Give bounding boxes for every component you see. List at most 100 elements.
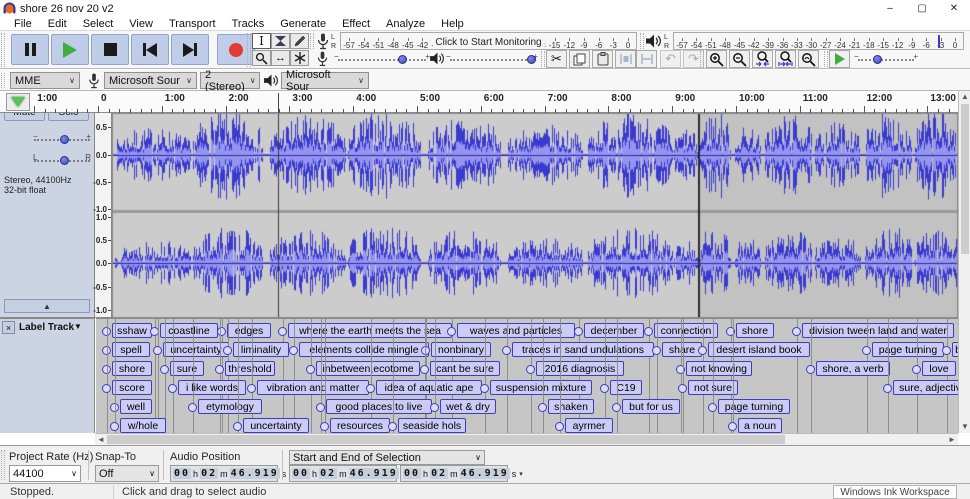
recording-device-select[interactable]: Microsoft Sour∨ [104,72,197,89]
label-track-area[interactable]: sshawcoastlineedgeswhere the earth meets… [96,318,958,433]
selection-tool-button[interactable]: I [252,33,271,49]
audio-position-field[interactable]: 00h02m46.919s▾ [170,465,278,482]
scroll-down-icon[interactable]: ▼ [959,421,970,433]
label-chip[interactable]: cant be sure [430,361,500,376]
label-handle[interactable] [698,346,707,355]
label-chip[interactable]: vibration and matter [257,380,369,395]
vertical-scrollbar[interactable]: ▲ ▼ [958,91,970,433]
play-speed-thumb[interactable] [873,55,882,64]
pinned-play-head-button[interactable] [6,93,30,111]
label-handle[interactable] [708,403,717,412]
play-at-speed-button[interactable] [829,50,850,68]
selection-mode-select[interactable]: Start and End of Selection∨ [289,450,485,465]
record-volume-slider[interactable]: − + [338,59,426,61]
recording-channels-select[interactable]: 2 (Stereo)∨ [200,72,260,89]
label-handle[interactable] [447,327,456,336]
label-chip[interactable]: page turning [872,342,944,357]
label-chip[interactable]: edges [227,323,271,338]
label-handle[interactable] [574,327,583,336]
label-chip[interactable]: i like words [178,380,246,395]
label-chip[interactable]: sure, adjective [893,380,958,395]
timeline-ruler[interactable]: 1:0001:002:003:004:005:006:007:008:009:0… [33,91,958,113]
label-chip[interactable]: division tween land and water [802,323,954,338]
label-chip[interactable]: coastline [160,323,218,338]
zoom-out-button[interactable] [729,50,750,68]
label-chip[interactable]: shore [112,361,152,376]
label-handle[interactable] [502,346,511,355]
label-chip[interactable]: nonbinary [431,342,491,357]
timeshift-tool-button[interactable]: ↔ [271,50,290,66]
label-chip[interactable]: spell [112,342,150,357]
label-handle[interactable] [217,327,226,336]
undo-button[interactable]: ↶ [660,50,681,68]
selbar-grip[interactable] [1,450,5,480]
label-handle[interactable] [792,327,801,336]
label-handle[interactable] [316,403,325,412]
label-track-title[interactable]: Label Track [19,322,74,333]
label-handle[interactable] [289,346,298,355]
play-button[interactable] [51,34,89,65]
label-handle[interactable] [153,346,162,355]
gain-slider[interactable]: − + [34,139,90,141]
play-meter-grip[interactable] [640,33,644,49]
device-grip[interactable] [1,73,5,88]
waveform-display[interactable] [112,113,958,318]
trim-audio-button[interactable] [615,50,636,68]
label-chip[interactable]: idea of aquatic ape [376,380,482,395]
close-track-icon[interactable]: × [2,321,15,334]
label-handle[interactable] [188,403,197,412]
hscroll-thumb[interactable] [107,435,785,444]
label-chip[interactable]: well [120,399,152,414]
label-chip[interactable]: resources [330,418,390,433]
multi-tool-button[interactable] [290,50,309,66]
label-handle[interactable] [306,365,315,374]
label-chip[interactable]: page turning [718,399,790,414]
label-handle[interactable] [215,365,224,374]
paste-button[interactable] [592,50,613,68]
label-handle[interactable] [420,365,429,374]
label-handle[interactable] [912,365,921,374]
monitor-text[interactable]: Click to Start Monitoring [432,37,544,48]
label-handle[interactable] [652,346,661,355]
playback-volume-slider[interactable]: − + [450,59,534,61]
draw-tool-button[interactable] [290,33,309,49]
label-chip[interactable]: connection [654,323,718,338]
minimize-button[interactable]: – [874,0,906,17]
label-handle[interactable] [160,365,169,374]
playback-meter[interactable]: -57-54-51-48-45-42-39-36-33-30-27-24-21-… [673,32,964,50]
label-handle[interactable] [388,422,397,431]
label-handle[interactable] [233,422,242,431]
label-handle[interactable] [278,327,287,336]
label-chip[interactable]: threshold [225,361,275,376]
recording-meter[interactable]: -57-54-51-48-45-42-39-36-33-30-27-24-21-… [340,32,637,50]
label-chip[interactable]: inbetween,ecotome [316,361,420,376]
play-speed-slider[interactable]: − + [858,59,914,61]
rec-meter-grip[interactable] [310,33,314,49]
zoom-grip[interactable] [700,51,704,67]
label-chip[interactable]: share [662,342,702,357]
label-handle[interactable] [806,365,815,374]
label-chip[interactable]: uncertainty [243,418,309,433]
audio-host-select[interactable]: MME∨ [10,72,80,89]
edit-grip[interactable] [541,51,545,67]
zoom-tool-button[interactable] [252,50,271,66]
label-handle[interactable] [480,384,489,393]
label-chip[interactable]: but for us [622,399,680,414]
skip-to-end-button[interactable] [171,34,209,65]
label-chip[interactable]: shaken [548,399,594,414]
label-chip[interactable]: sure [170,361,204,376]
gain-thumb[interactable] [60,135,69,144]
label-handle[interactable] [538,403,547,412]
envelope-tool-button[interactable] [271,33,290,49]
label-chip[interactable]: a noun [738,418,782,433]
vscroll-thumb[interactable] [961,104,969,254]
label-handle[interactable] [555,422,564,431]
mute-button[interactable]: Mute [4,113,45,121]
label-chip[interactable]: not knowing [686,361,752,376]
menu-help[interactable]: Help [433,18,472,30]
zoom-selection-button[interactable] [752,50,773,68]
label-handle[interactable] [883,384,892,393]
cut-button[interactable]: ✂ [546,50,567,68]
label-handle[interactable] [223,346,232,355]
silence-audio-button[interactable] [636,50,657,68]
